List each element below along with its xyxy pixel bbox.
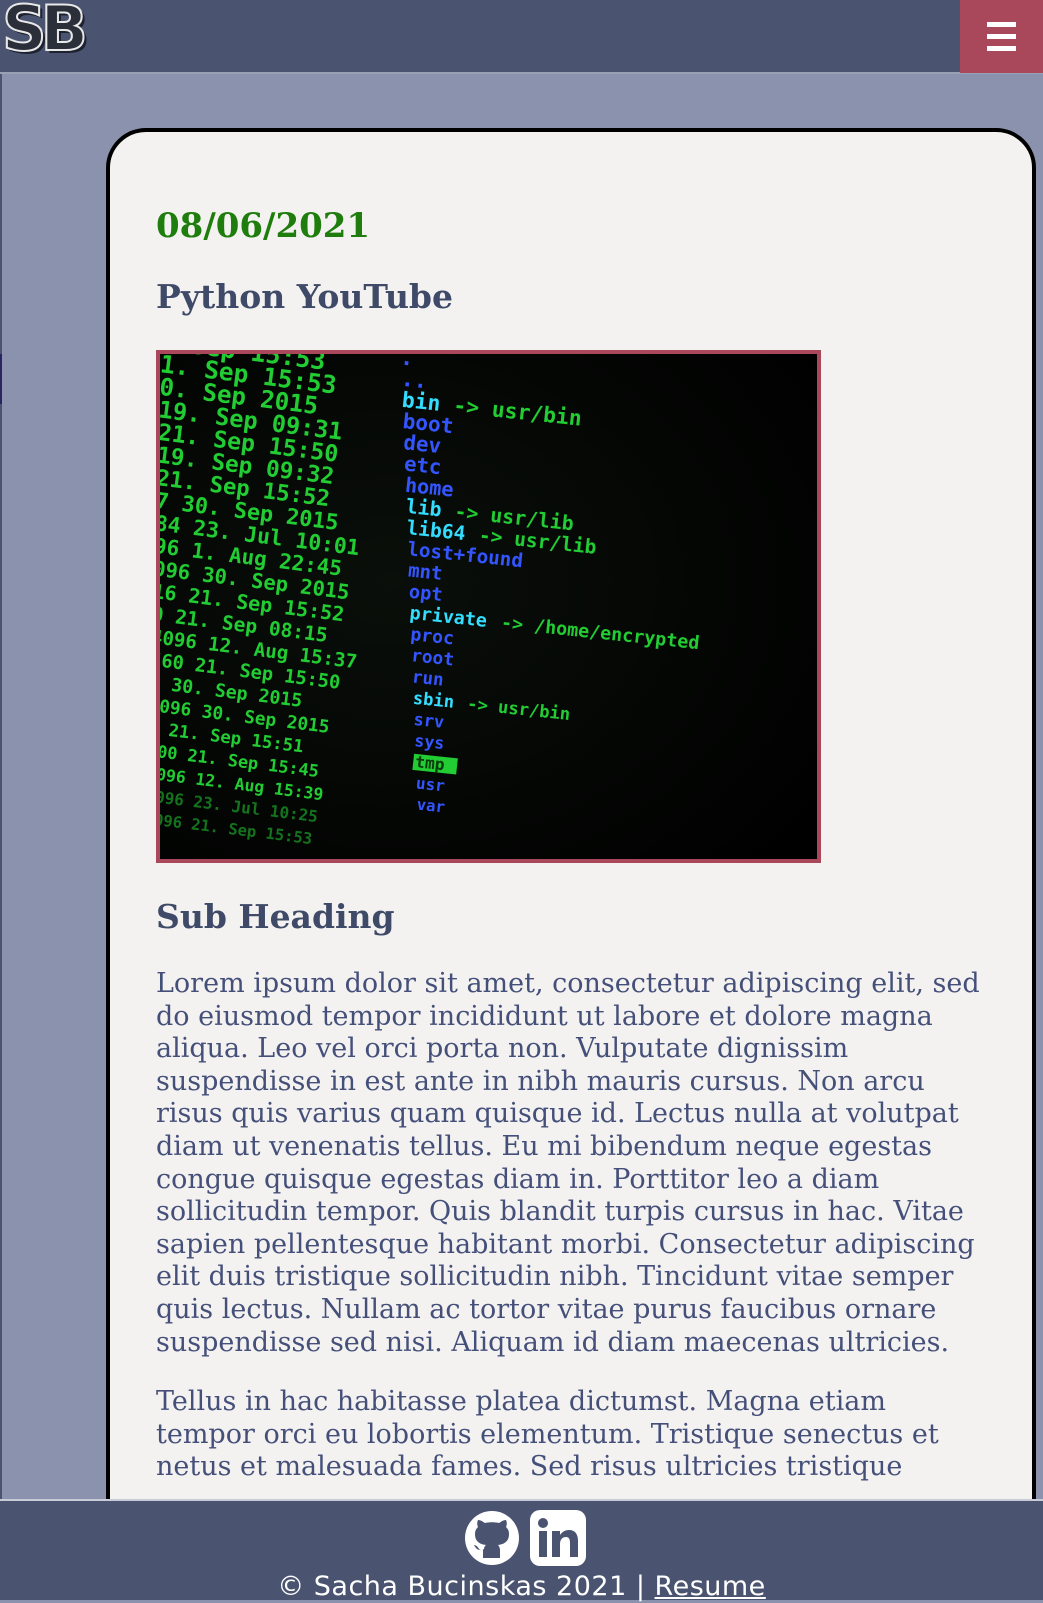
terminal-dir-name: var (416, 795, 446, 817)
site-logo[interactable]: SB (1, 0, 89, 65)
terminal-dir-name: sys (413, 731, 445, 753)
resume-link[interactable]: Resume (655, 1571, 766, 1602)
site-footer: © Sacha Bucinskas 2021 | Resume (0, 1499, 1043, 1603)
site-header: SB (0, 0, 1043, 74)
blog-post-card: 08/06/2021 Python YouTube - Sep 15:531. … (106, 128, 1036, 1548)
page-left-edge (0, 74, 2, 1500)
post-date: 08/06/2021 (156, 206, 371, 246)
terminal-dir-name: srv (413, 709, 445, 732)
terminal-dir-name: usr (415, 773, 446, 795)
post-paragraph: Lorem ipsum dolor sit amet, consectetur … (156, 968, 980, 1358)
terminal-screenshot-image: - Sep 15:531. Sep 15:530. Sep 201519. Se… (160, 354, 817, 859)
terminal-dir-name: root (410, 645, 455, 670)
copyright-text: © Sacha Bucinskas 2021 | (277, 1571, 646, 1602)
terminal-dir-name: tmp (414, 752, 445, 774)
social-links (463, 1509, 587, 1567)
linkedin-icon[interactable] (529, 1509, 587, 1567)
terminal-dir-name: run (411, 667, 445, 690)
post-title: Python YouTube (156, 277, 453, 316)
github-icon[interactable] (463, 1509, 521, 1567)
hamburger-menu-button[interactable] (960, 0, 1043, 73)
footer-copyright: © Sacha Bucinskas 2021 | Resume (0, 1571, 1043, 1603)
post-paragraph: Tellus in hac habitasse platea dictumst.… (156, 1386, 939, 1483)
hamburger-menu-icon (987, 22, 1016, 27)
post-subheading: Sub Heading (156, 897, 395, 936)
post-hero-image: - Sep 15:531. Sep 15:530. Sep 201519. Se… (156, 350, 821, 863)
